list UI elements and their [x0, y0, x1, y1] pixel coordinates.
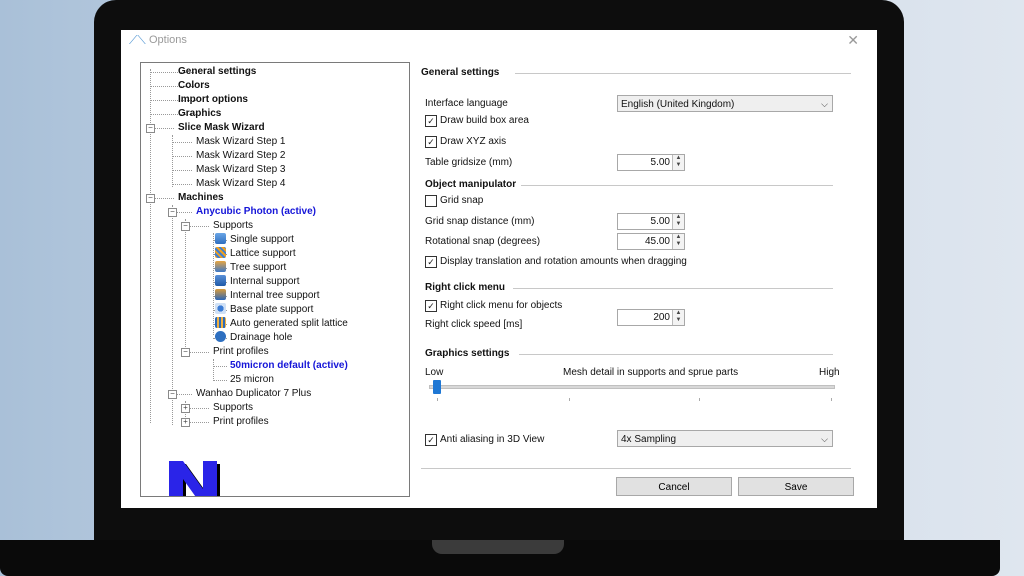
general-settings-title: General settings: [421, 67, 500, 78]
right-click-speed-spinner[interactable]: 200 ▲ ▼: [617, 309, 685, 326]
sampling-dropdown[interactable]: 4x Sampling ⌵: [617, 430, 833, 447]
tree-mask-step-2[interactable]: Mask Wizard Step 2: [196, 149, 285, 163]
grid-snap-distance-label: Grid snap distance (mm): [425, 216, 535, 227]
tree-internal-support[interactable]: Internal support: [215, 275, 300, 289]
table-gridsize-label: Table gridsize (mm): [425, 157, 513, 168]
lattice-support-icon: [215, 247, 226, 258]
drainage-hole-icon: [215, 331, 226, 342]
tree-profile-50micron[interactable]: 50micron default (active): [230, 359, 348, 373]
tree-drainage-hole[interactable]: Drainage hole: [215, 331, 292, 345]
window-title: Options: [149, 34, 187, 46]
draw-build-box-checkbox[interactable]: ✓: [425, 115, 437, 127]
grid-snap-distance-spinner[interactable]: 5.00 ▲ ▼: [617, 213, 685, 230]
interface-language-label: Interface language: [425, 98, 508, 109]
app-icon: ⟋⟍: [129, 33, 146, 47]
grid-snap-checkbox[interactable]: [425, 195, 437, 207]
interface-language-dropdown[interactable]: English (United Kingdom) ⌵: [617, 95, 833, 112]
spinner-arrows-icon[interactable]: ▲ ▼: [672, 214, 684, 229]
right-click-objects-checkbox[interactable]: ✓: [425, 300, 437, 312]
tree-mask-step-1[interactable]: Mask Wizard Step 1: [196, 135, 285, 149]
tree-supports[interactable]: Supports: [213, 219, 253, 233]
laptop-notch: [432, 540, 564, 554]
anti-aliasing-checkbox[interactable]: ✓: [425, 434, 437, 446]
n-logo: [169, 461, 220, 496]
tree-graphics[interactable]: Graphics: [178, 107, 221, 121]
anti-aliasing-label: Anti aliasing in 3D View: [440, 434, 545, 445]
tree-mask-step-4[interactable]: Mask Wizard Step 4: [196, 177, 285, 191]
chevron-down-icon: ⌵: [821, 434, 828, 444]
mesh-detail-label: Mesh detail in supports and sprue parts: [563, 367, 739, 378]
close-icon[interactable]: ✕: [847, 32, 859, 49]
graphics-settings-title: Graphics settings: [425, 348, 510, 359]
draw-build-box-label: Draw build box area: [440, 115, 529, 126]
tree-wanhao-supports[interactable]: Supports: [213, 401, 253, 415]
tree-auto-split-lattice[interactable]: Auto generated split lattice: [215, 317, 348, 331]
internal-support-icon: [215, 275, 226, 286]
object-manipulator-title: Object manipulator: [425, 179, 517, 190]
tree-anycubic-photon[interactable]: Anycubic Photon (active): [196, 205, 316, 219]
right-click-speed-label: Right click speed [ms]: [425, 319, 523, 330]
rotational-snap-spinner[interactable]: 45.00 ▲ ▼: [617, 233, 685, 250]
tree-support-icon: [215, 261, 226, 272]
tree-print-profiles[interactable]: Print profiles: [213, 345, 269, 359]
spinner-arrows-icon[interactable]: ▲ ▼: [672, 310, 684, 325]
options-window: ⟋⟍ Options ✕ − − General settings Colors…: [121, 30, 877, 508]
rotational-snap-label: Rotational snap (degrees): [425, 236, 541, 247]
settings-panel: General settings Interface language Engl…: [421, 60, 861, 500]
draw-xyz-checkbox[interactable]: ✓: [425, 136, 437, 148]
tree-profile-25micron[interactable]: 25 micron: [230, 373, 274, 387]
tree-wanhao[interactable]: Wanhao Duplicator 7 Plus: [196, 387, 311, 401]
tree-internal-tree-support[interactable]: Internal tree support: [215, 289, 320, 303]
tree-machines[interactable]: Machines: [178, 191, 224, 205]
tree-wanhao-print-profiles[interactable]: Print profiles: [213, 415, 269, 429]
grid-snap-label: Grid snap: [440, 195, 484, 206]
tree-general-settings[interactable]: General settings: [178, 65, 256, 79]
tree-import-options[interactable]: Import options: [178, 93, 248, 107]
slider-high-label: High: [819, 367, 840, 378]
titlebar: ⟋⟍ Options ✕: [121, 30, 877, 52]
base-plate-support-icon: [215, 303, 226, 314]
tree-single-support[interactable]: Single support: [215, 233, 294, 247]
spinner-arrows-icon[interactable]: ▲ ▼: [672, 155, 684, 170]
mesh-detail-slider-thumb[interactable]: [433, 380, 441, 394]
tree-base-plate-support[interactable]: Base plate support: [215, 303, 313, 317]
single-support-icon: [215, 233, 226, 244]
cancel-button[interactable]: Cancel: [616, 477, 732, 496]
mesh-detail-slider-track[interactable]: [429, 385, 835, 389]
settings-tree: − − General settings Colors Import optio…: [140, 62, 410, 497]
save-button[interactable]: Save: [738, 477, 854, 496]
tree-lattice-support[interactable]: Lattice support: [215, 247, 296, 261]
spinner-arrows-icon[interactable]: ▲ ▼: [672, 234, 684, 249]
chevron-down-icon: ⌵: [821, 99, 828, 109]
tree-slice-mask-wizard[interactable]: Slice Mask Wizard: [178, 121, 265, 135]
right-click-objects-label: Right click menu for objects: [440, 300, 563, 311]
tree-tree-support[interactable]: Tree support: [215, 261, 286, 275]
display-amounts-checkbox[interactable]: ✓: [425, 256, 437, 268]
tree-mask-step-3[interactable]: Mask Wizard Step 3: [196, 163, 285, 177]
internal-tree-support-icon: [215, 289, 226, 300]
tree-colors[interactable]: Colors: [178, 79, 210, 93]
draw-xyz-label: Draw XYZ axis: [440, 136, 507, 147]
right-click-menu-title: Right click menu: [425, 282, 506, 293]
display-amounts-label: Display translation and rotation amounts…: [440, 256, 687, 267]
slider-low-label: Low: [425, 367, 444, 378]
table-gridsize-spinner[interactable]: 5.00 ▲ ▼: [617, 154, 685, 171]
auto-split-lattice-icon: [215, 317, 226, 328]
